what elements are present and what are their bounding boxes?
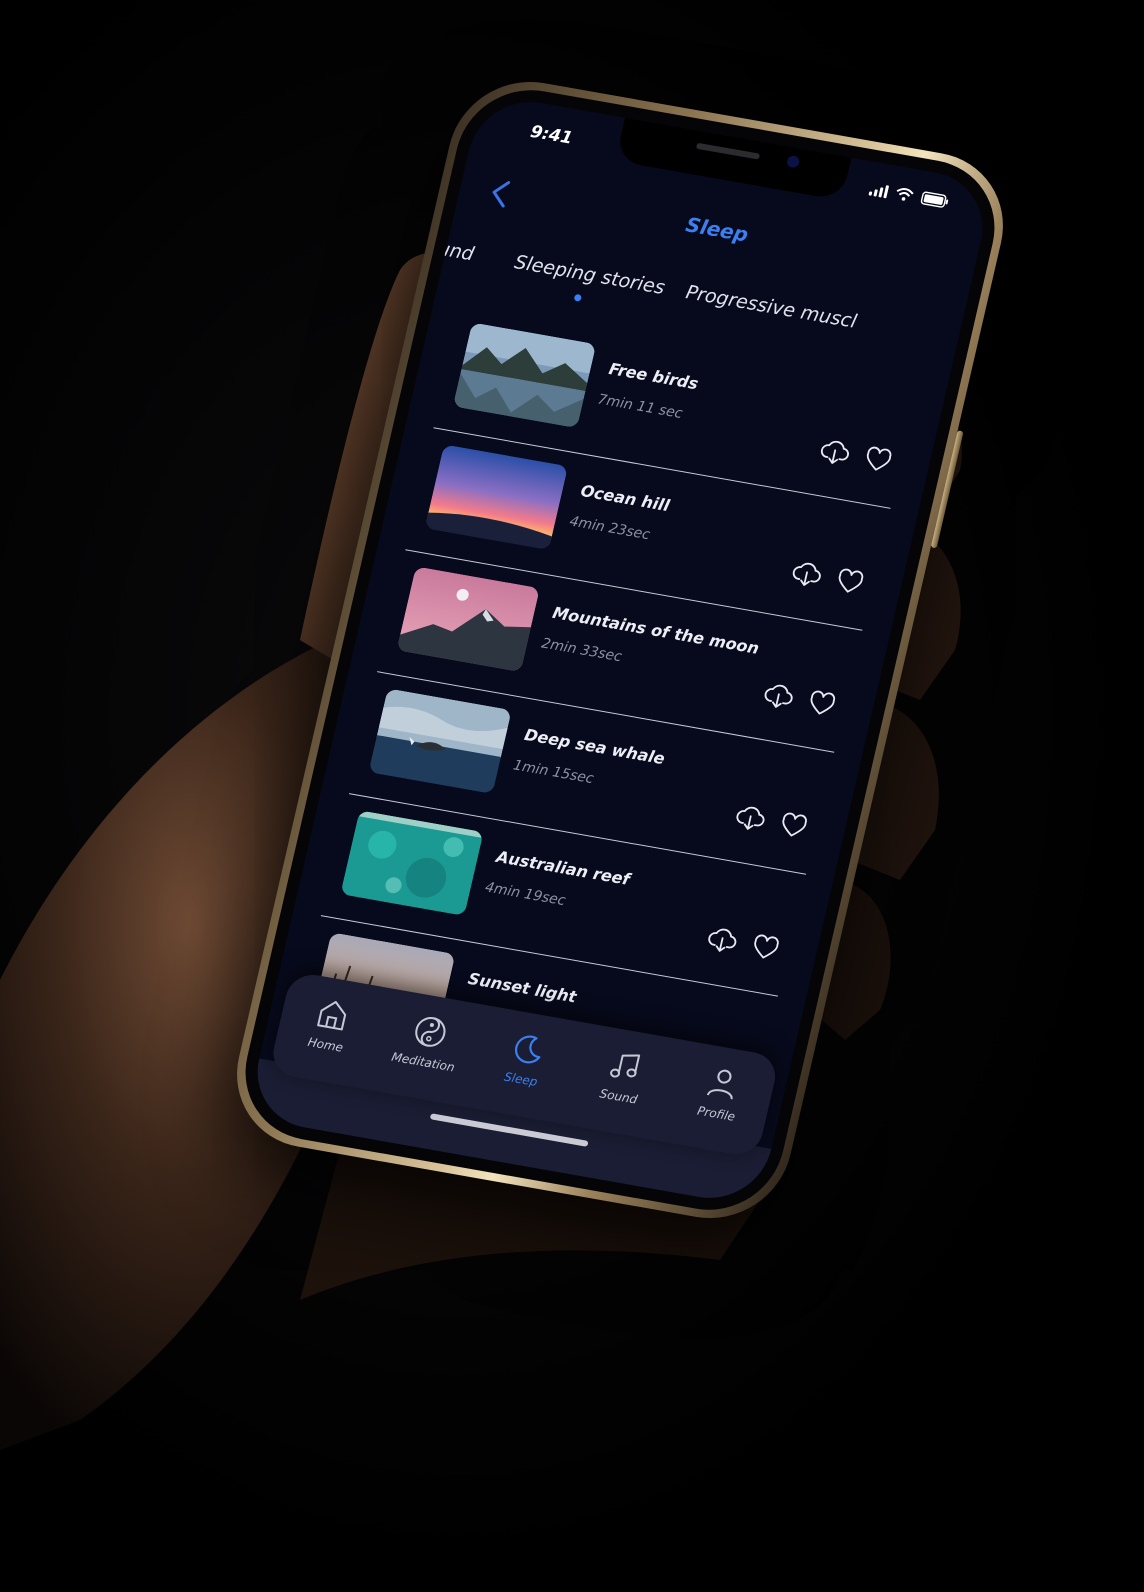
story-thumbnail	[424, 444, 569, 551]
favorite-button[interactable]	[832, 565, 868, 599]
home-icon	[316, 1000, 346, 1031]
tabbar-label: Home	[306, 1034, 345, 1055]
story-duration: 4min 19sec	[483, 879, 568, 910]
tabbar-label: Sleep	[502, 1069, 539, 1090]
tabbar-item-sound[interactable]: Sound	[580, 1042, 667, 1110]
music-note-icon	[610, 1054, 641, 1078]
story-duration: 1min 15sec	[511, 757, 596, 788]
whale-ocean-image	[368, 688, 512, 795]
story-title: Australian reef	[494, 846, 632, 889]
ocean-sunset-image	[424, 444, 569, 551]
tabbar-item-home[interactable]: Home	[286, 990, 373, 1058]
story-thumbnail	[452, 322, 597, 429]
download-button[interactable]	[704, 923, 740, 957]
tabbar-label: Sound	[598, 1086, 639, 1107]
scene: 9:41 Sleep und Sleeping stories Progress…	[0, 0, 1144, 1592]
wifi-icon	[896, 187, 914, 201]
battery-icon	[920, 191, 949, 208]
cloud-download-icon	[764, 684, 793, 708]
heart-icon	[866, 446, 892, 471]
story-duration: 7min 11 sec	[596, 391, 685, 423]
story-thumbnail	[396, 566, 540, 673]
heart-icon	[782, 812, 807, 837]
download-button[interactable]	[732, 801, 768, 835]
story-title: Sunset light	[466, 968, 579, 1007]
story-actions	[788, 557, 868, 599]
story-duration: 2min 33sec	[539, 635, 624, 666]
tabbar-label: Profile	[695, 1103, 737, 1124]
story-actions	[704, 923, 784, 965]
heart-icon	[810, 690, 836, 715]
heart-icon	[838, 568, 864, 593]
moon-icon	[514, 1035, 541, 1064]
story-actions	[817, 435, 897, 477]
cloud-download-icon	[792, 562, 821, 586]
cloud-download-icon	[708, 928, 737, 952]
story-duration: 4min 23sec	[567, 513, 652, 544]
speaker-grille	[695, 142, 761, 160]
download-button[interactable]	[788, 557, 824, 591]
status-icons	[868, 182, 950, 210]
cellular-signal-icon	[868, 182, 890, 199]
story-thumbnail	[340, 810, 484, 917]
yin-yang-icon	[415, 1016, 446, 1047]
cloud-download-icon	[736, 806, 765, 830]
story-title: Ocean hill	[578, 481, 672, 516]
tab-progressive-muscle[interactable]: Progressive muscl	[684, 281, 859, 332]
front-camera	[785, 154, 801, 169]
moon-mountain-image	[396, 566, 540, 673]
active-tab-indicator	[573, 293, 583, 302]
reef-image	[340, 810, 484, 917]
story-title: Free birds	[607, 359, 701, 394]
tabbar-label: Meditation	[390, 1049, 457, 1075]
favorite-button[interactable]	[775, 809, 811, 843]
status-time: 9:41	[528, 121, 575, 149]
heart-icon	[754, 934, 779, 959]
tabbar-item-sleep[interactable]: Sleep	[482, 1025, 569, 1093]
story-thumbnail	[368, 688, 512, 795]
favorite-button[interactable]	[860, 443, 896, 477]
favorite-button[interactable]	[747, 931, 783, 965]
cloud-download-icon	[820, 440, 849, 464]
favorite-button[interactable]	[804, 687, 840, 721]
mountain-lake-image	[452, 322, 597, 429]
download-button[interactable]	[817, 435, 853, 469]
tabbar-item-meditation[interactable]: Meditation	[384, 1008, 471, 1076]
story-actions	[732, 801, 812, 843]
story-actions	[760, 679, 840, 721]
user-icon	[707, 1069, 733, 1100]
download-button[interactable]	[760, 679, 796, 713]
tab-sleeping-stories[interactable]: Sleeping stories	[512, 251, 667, 299]
tabbar-item-profile[interactable]: Profile	[677, 1059, 764, 1127]
